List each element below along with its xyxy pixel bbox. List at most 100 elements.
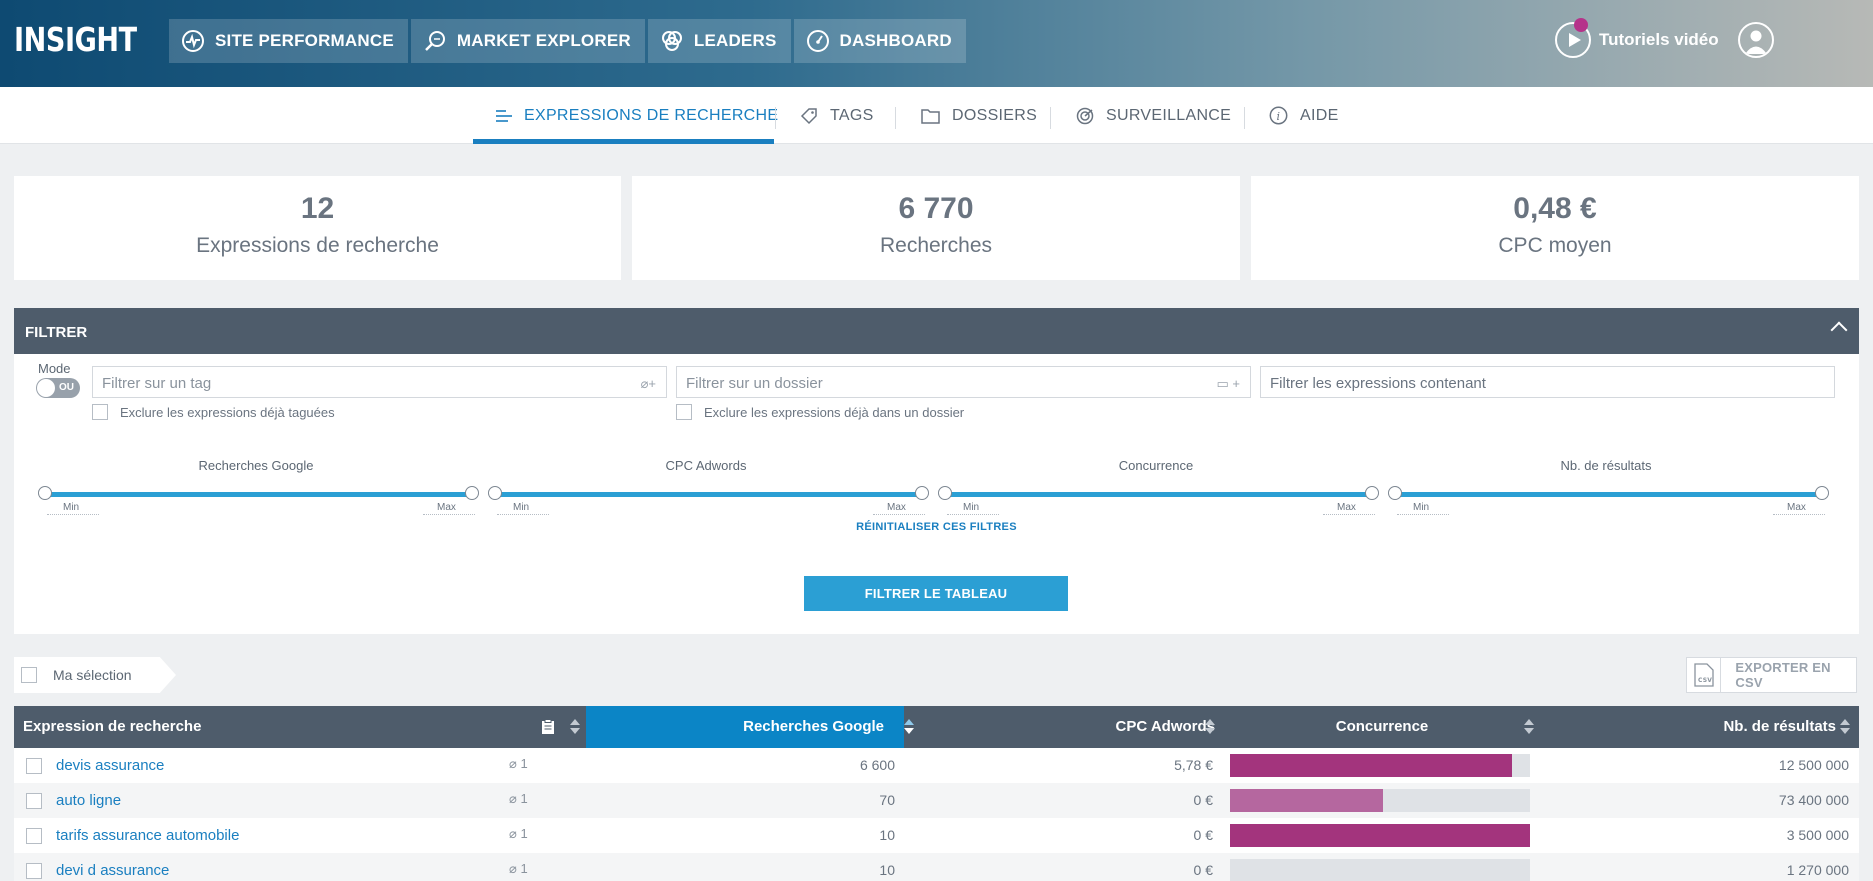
slider-min-handle[interactable] xyxy=(488,486,502,500)
slider-max-handle[interactable] xyxy=(465,486,479,500)
stat-card-cpc: 0,48 € CPC moyen xyxy=(1251,176,1859,280)
header-expression[interactable]: Expression de recherche xyxy=(23,706,201,748)
row-checkbox[interactable] xyxy=(26,863,42,879)
expression-link[interactable]: devi d assurance xyxy=(56,862,169,879)
header-competition[interactable]: Concurrence xyxy=(1222,706,1542,748)
header-cpc[interactable]: CPC Adwords xyxy=(919,706,1215,748)
exclude-foldered-option[interactable]: Exclure les expressions déjà dans un dos… xyxy=(676,404,964,420)
export-csv-label: EXPORTER EN CSV xyxy=(1735,660,1831,690)
results-value: 12 500 000 xyxy=(1778,757,1849,773)
row-tag-count[interactable]: ⌀ 1 xyxy=(509,861,528,877)
user-avatar-icon[interactable] xyxy=(1738,22,1774,58)
expression-link[interactable]: devis assurance xyxy=(56,757,164,774)
folder-filter-input[interactable]: Filtrer sur un dossier ▭ + xyxy=(676,366,1251,398)
divider xyxy=(1050,107,1051,129)
tab-help[interactable]: i AIDE xyxy=(1269,87,1339,144)
sort-google-icon[interactable] xyxy=(904,719,914,735)
slider-max-handle[interactable] xyxy=(1365,486,1379,500)
tab-search-expressions[interactable]: EXPRESSIONS DE RECHERCHE xyxy=(496,87,778,144)
nav-market-explorer[interactable]: MARKET EXPLORER xyxy=(410,19,645,63)
row-checkbox[interactable] xyxy=(26,793,42,809)
collapse-chevron-icon[interactable] xyxy=(1830,321,1848,339)
expression-link[interactable]: tarifs assurance automobile xyxy=(56,827,239,844)
exclude-foldered-checkbox[interactable] xyxy=(676,404,692,420)
tutorials-link[interactable]: Tutoriels vidéo xyxy=(1555,18,1719,58)
radar-icon xyxy=(1076,107,1094,124)
google-value: 10 xyxy=(879,862,895,878)
tab-label: EXPRESSIONS DE RECHERCHE xyxy=(524,106,779,124)
contains-filter-input[interactable]: Filtrer les expressions contenant xyxy=(1260,366,1835,398)
competition-bar xyxy=(1230,824,1530,847)
slider-track[interactable] xyxy=(1395,492,1821,497)
results-value: 1 270 000 xyxy=(1786,862,1849,878)
sort-cpc-icon[interactable] xyxy=(1205,719,1215,735)
select-all-checkbox[interactable] xyxy=(21,667,37,683)
row-tag-count[interactable]: ⌀ 1 xyxy=(509,826,528,842)
slider-max-label[interactable]: Max xyxy=(873,502,925,515)
stat-value: 6 770 xyxy=(898,192,974,225)
tab-label: TAGS xyxy=(830,106,874,124)
sort-competition-icon[interactable] xyxy=(1524,719,1534,735)
my-selection-label: Ma sélection xyxy=(53,667,132,683)
table-row: tarifs assurance automobile ⌀ 1 10 0 € 3… xyxy=(14,818,1859,853)
row-tag-count[interactable]: ⌀ 1 xyxy=(509,756,528,772)
tab-surveillance[interactable]: SURVEILLANCE xyxy=(1076,87,1231,144)
header-results[interactable]: Nb. de résultats xyxy=(1544,706,1836,748)
slider-min-handle[interactable] xyxy=(938,486,952,500)
row-checkbox[interactable] xyxy=(26,828,42,844)
stat-label: Recherches xyxy=(879,234,993,257)
reset-filters-link[interactable]: RÉINITIALISER CES FILTRES xyxy=(14,521,1859,533)
exclude-tagged-checkbox[interactable] xyxy=(92,404,108,420)
filter-header[interactable]: FILTRER xyxy=(14,308,1859,354)
stat-label: Expressions de recherche xyxy=(196,234,439,257)
tab-folders[interactable]: DOSSIERS xyxy=(921,87,1037,144)
list-icon xyxy=(496,109,512,122)
tab-tags[interactable]: TAGS xyxy=(800,87,874,144)
slider-min-label[interactable]: Min xyxy=(947,502,999,515)
slider-track[interactable] xyxy=(495,492,921,497)
filter-title: FILTRER xyxy=(25,324,88,341)
tag-icon xyxy=(800,107,817,124)
tutorials-label: Tutoriels vidéo xyxy=(1599,30,1719,49)
slider-max-handle[interactable] xyxy=(915,486,929,500)
competition-bar xyxy=(1230,789,1530,812)
row-tag-count[interactable]: ⌀ 1 xyxy=(509,791,528,807)
slider-max-label[interactable]: Max xyxy=(1323,502,1375,515)
svg-text:i: i xyxy=(1277,110,1281,123)
slider-max-label[interactable]: Max xyxy=(423,502,475,515)
slider-min-label[interactable]: Min xyxy=(47,502,99,515)
stat-card-searches: 6 770 Recherches xyxy=(632,176,1240,280)
clipboard-icon[interactable] xyxy=(541,706,561,748)
app-logo[interactable]: INSIGHT xyxy=(14,20,137,59)
row-checkbox[interactable] xyxy=(26,758,42,774)
expression-link[interactable]: auto ligne xyxy=(56,792,121,809)
mode-toggle[interactable]: OU xyxy=(36,378,80,398)
nav-site-performance[interactable]: SITE PERFORMANCE xyxy=(169,19,408,63)
cpc-value: 5,78 € xyxy=(1174,757,1213,773)
export-csv-button[interactable]: CSV EXPORTER EN CSV xyxy=(1686,657,1857,693)
slider-max-handle[interactable] xyxy=(1815,486,1829,500)
slider-min-label[interactable]: Min xyxy=(1397,502,1449,515)
mode-label: Mode xyxy=(38,361,71,376)
slider-min-label[interactable]: Min xyxy=(497,502,549,515)
exclude-tagged-option[interactable]: Exclure les expressions déjà taguées xyxy=(92,404,335,420)
folder-filter-placeholder: Filtrer sur un dossier xyxy=(686,375,823,392)
table-row: devis assurance ⌀ 1 6 600 5,78 € 12 500 … xyxy=(14,748,1859,783)
header-google-searches[interactable]: Recherches Google xyxy=(586,706,904,748)
sort-expression-icon[interactable] xyxy=(570,719,580,735)
slider-min-handle[interactable] xyxy=(1388,486,1402,500)
slider-title: Recherches Google xyxy=(198,458,314,473)
slider-track[interactable] xyxy=(945,492,1371,497)
nav-dashboard[interactable]: DASHBOARD xyxy=(793,19,966,63)
apply-filter-button[interactable]: FILTRER LE TABLEAU xyxy=(804,576,1068,611)
add-tag-icon[interactable]: ⌀+ xyxy=(641,376,656,392)
cpc-value: 0 € xyxy=(1193,862,1213,878)
add-folder-icon[interactable]: ▭ + xyxy=(1217,376,1241,392)
slider-max-label[interactable]: Max xyxy=(1773,502,1825,515)
tag-filter-input[interactable]: Filtrer sur un tag ⌀+ xyxy=(92,366,667,398)
slider-min-handle[interactable] xyxy=(38,486,52,500)
slider-track[interactable] xyxy=(45,492,471,497)
nav-leaders[interactable]: LEADERS xyxy=(647,19,791,63)
sort-results-icon[interactable] xyxy=(1840,719,1850,735)
my-selection[interactable]: Ma sélection xyxy=(14,657,176,693)
